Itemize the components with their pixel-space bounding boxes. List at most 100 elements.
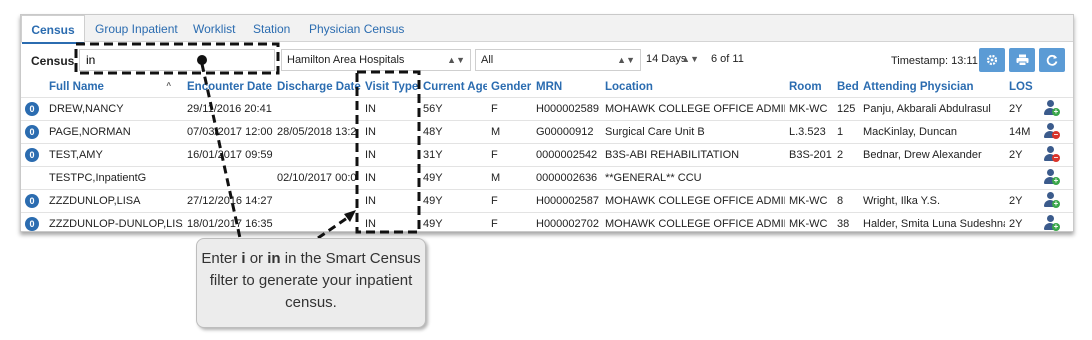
badge-cell [21,166,45,190]
patient-name-cell[interactable]: TEST,AMY [45,143,183,167]
mrn-cell: 0000002542 [532,143,601,167]
header-room[interactable]: Room [785,76,833,98]
attending-physician-cell: Halder, Smita Luna Sudeshna [859,212,1005,231]
discharge-date-cell [273,97,361,121]
alert-count-badge[interactable]: 0 [25,102,39,116]
discharge-date-cell [273,212,361,231]
add-patient-icon[interactable]: + [1043,191,1060,209]
select-arrows-icon: ▲▼ [681,54,699,64]
smart-census-input[interactable] [79,49,275,71]
tab-station[interactable]: Station [253,15,290,41]
print-button[interactable] [1009,48,1035,72]
badge-cell: 0 [21,143,45,167]
refresh-button[interactable] [1039,48,1065,72]
action-cell: + [1039,189,1073,213]
action-cell: – [1039,120,1073,144]
encounter-date-cell: 27/12/2016 14:27 [183,189,273,213]
location-cell: Surgical Care Unit B [601,120,785,144]
tab-worklist[interactable]: Worklist [193,15,235,41]
settings-button[interactable] [979,48,1005,72]
add-patient-icon[interactable]: + [1043,168,1060,186]
badge-cell: 0 [21,189,45,213]
los-cell: 2Y [1005,97,1039,121]
patient-name-cell[interactable]: TESTPC,InpatientG [45,166,183,190]
tab-bar: Census Group Inpatient Worklist Station … [21,15,1073,44]
current-age-cell: 49Y [419,189,487,213]
location-cell: MOHAWK COLLEGE OFFICE ADMIN [601,212,785,231]
patient-name-cell[interactable]: DREW,NANCY [45,97,183,121]
table-row[interactable]: 0 ZZZDUNLOP,LISA 27/12/2016 14:27 IN 49Y F H00… [21,189,1073,213]
location-cell: MOHAWK COLLEGE OFFICE ADMIN [601,97,785,121]
encounter-date-cell: 07/03/2017 12:00 [183,120,273,144]
header-bed[interactable]: Bed [833,76,859,98]
table-row[interactable]: 0 DREW,NANCY 29/11/2016 20:41 IN 56Y F H000002… [21,97,1073,121]
visit-type-cell: IN [361,120,419,144]
mrn-cell: H000002587 [532,189,601,213]
header-los[interactable]: LOS [1005,76,1039,98]
header-gender[interactable]: Gender [487,76,532,98]
table-row[interactable]: 0 ZZZDUNLOP-DUNLOP,LISA 18/01/2017 16:35 IN… [21,212,1073,232]
header-encounter-date[interactable]: Encounter Date [183,76,273,98]
gender-cell: F [487,97,532,121]
tab-group-inpatient[interactable]: Group Inpatient [95,15,178,41]
unit-select[interactable]: All ▲▼ [475,49,641,71]
visit-type-cell: IN [361,97,419,121]
room-cell: B3S-201 [785,143,833,167]
gear-icon [986,54,998,66]
mrn-cell: H000002589 [532,97,601,121]
add-patient-icon[interactable]: + [1043,214,1060,232]
select-arrows-icon: ▲▼ [447,55,465,65]
visit-type-cell: IN [361,189,419,213]
visit-type-cell: IN [361,166,419,190]
remove-patient-icon[interactable]: – [1043,122,1060,140]
census-filter-label: Census [31,54,75,68]
table-header-row: Full Name ^ Encounter Date Discharge Date… [21,76,1073,98]
callout-text-2: or [245,250,268,267]
patient-name-cell[interactable]: ZZZDUNLOP-DUNLOP,LISA [45,212,183,231]
header-full-name-label: Full Name [49,80,104,93]
alert-count-badge[interactable]: 0 [25,125,39,139]
gender-cell: F [487,212,532,231]
table-row[interactable]: 0 TEST,AMY 16/01/2017 09:59 IN 31Y F 000000254… [21,143,1073,167]
header-location[interactable]: Location [601,76,785,98]
alert-count-badge[interactable]: 0 [25,148,39,162]
tab-census[interactable]: Census [21,15,85,44]
action-cell: – [1039,143,1073,167]
select-arrows-icon: ▲▼ [617,55,635,65]
bed-cell: 1 [833,120,859,144]
header-discharge-date[interactable]: Discharge Date [273,76,361,98]
los-cell: 2Y [1005,189,1039,213]
header-current-age[interactable]: Current Age [419,76,487,98]
header-visit-type[interactable]: Visit Type [361,76,419,98]
table-row[interactable]: TESTPC,InpatientG 02/10/2017 00:0 IN 49Y M 00… [21,166,1073,190]
header-full-name[interactable]: Full Name ^ [45,76,183,98]
header-attending-physician[interactable]: Attending Physician [859,76,1005,98]
attending-physician-cell: Bednar, Drew Alexander [859,143,1005,167]
current-age-cell: 56Y [419,97,487,121]
current-age-cell: 49Y [419,212,487,231]
patient-name-cell[interactable]: ZZZDUNLOP,LISA [45,189,183,213]
location-cell: MOHAWK COLLEGE OFFICE ADMIN [601,189,785,213]
header-mrn[interactable]: MRN [532,76,601,98]
census-window: Census Group Inpatient Worklist Station … [20,14,1074,232]
facility-select[interactable]: Hamilton Area Hospitals ▲▼ [281,49,471,71]
alert-count-badge[interactable]: 0 [25,217,39,231]
remove-patient-icon[interactable]: – [1043,145,1060,163]
alert-count-badge[interactable]: 0 [25,194,39,208]
patient-name-cell[interactable]: PAGE,NORMAN [45,120,183,144]
current-age-cell: 31Y [419,143,487,167]
gender-cell: M [487,120,532,144]
table-row[interactable]: 0 PAGE,NORMAN 07/03/2017 12:00 28/05/2018 1… [21,120,1073,144]
badge-cell: 0 [21,212,45,231]
los-cell [1005,166,1039,190]
action-cell: + [1039,212,1073,232]
discharge-date-cell [273,143,361,167]
discharge-date-cell [273,189,361,213]
tab-physician-census[interactable]: Physician Census [309,15,404,41]
days-select[interactable]: 14 Days ▲▼ [641,49,701,71]
add-patient-icon[interactable]: + [1043,99,1060,117]
discharge-date-cell: 28/05/2018 13:2 [273,120,361,144]
gender-cell: F [487,143,532,167]
location-cell: **GENERAL** CCU [601,166,785,190]
location-cell: B3S-ABI REHABILITATION [601,143,785,167]
